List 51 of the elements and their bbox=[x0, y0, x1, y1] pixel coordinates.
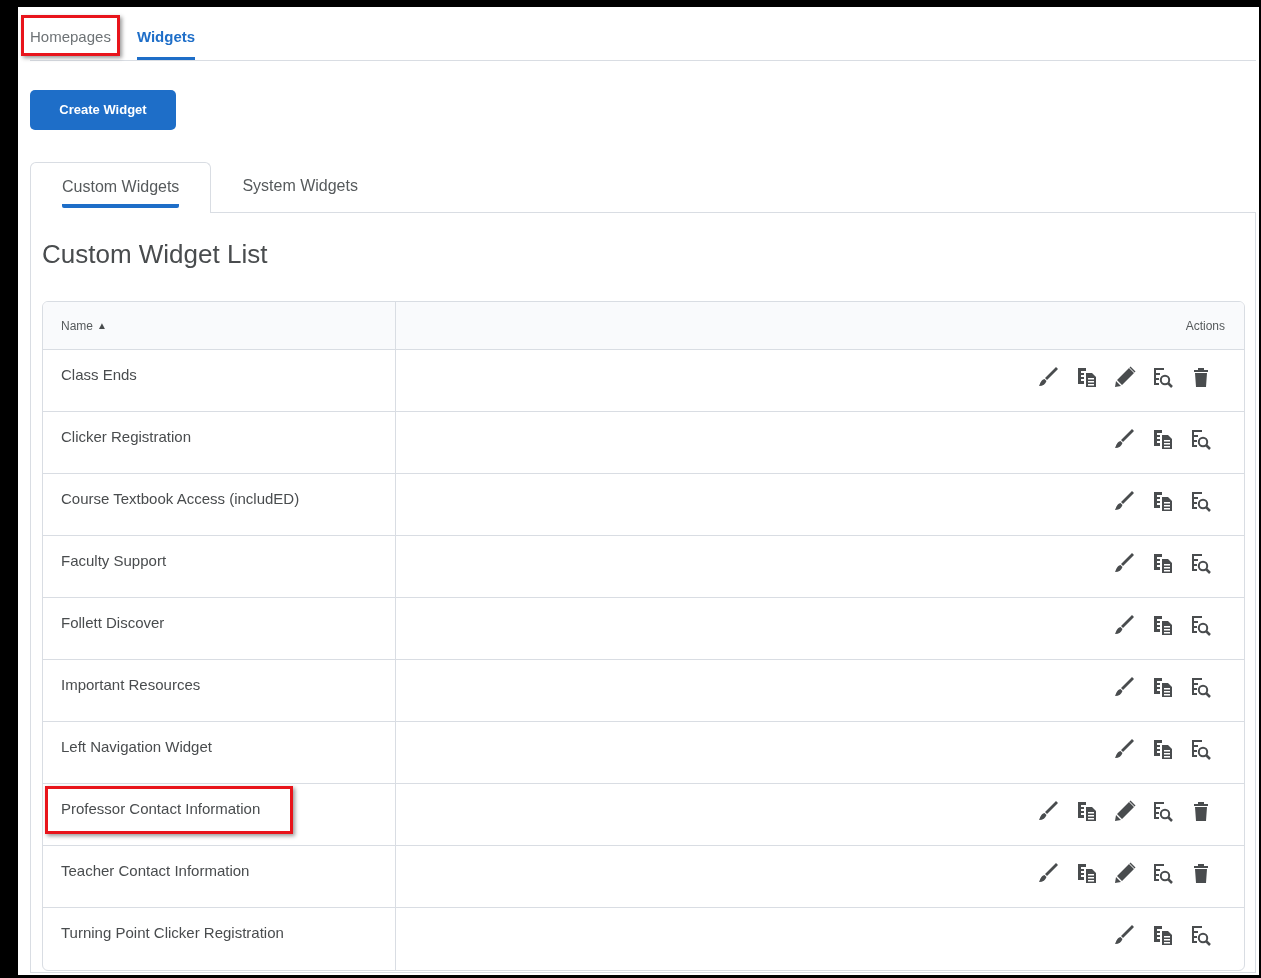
preview-icon[interactable] bbox=[1189, 675, 1213, 699]
copy-icon[interactable] bbox=[1151, 551, 1175, 575]
copy-icon[interactable] bbox=[1075, 799, 1099, 823]
widget-name[interactable]: Important Resources bbox=[61, 676, 201, 693]
preview-icon[interactable] bbox=[1151, 365, 1175, 389]
pencil-icon[interactable] bbox=[1113, 365, 1137, 389]
copy-icon[interactable] bbox=[1151, 489, 1175, 513]
widget-name[interactable]: Faculty Support bbox=[61, 552, 167, 569]
preview-icon[interactable] bbox=[1151, 861, 1175, 885]
brush-icon[interactable] bbox=[1113, 923, 1137, 947]
nav-tab[interactable]: Homepages bbox=[30, 28, 111, 45]
copy-icon[interactable] bbox=[1075, 861, 1099, 885]
brush-icon[interactable] bbox=[1113, 427, 1137, 451]
preview-icon[interactable] bbox=[1189, 551, 1213, 575]
brush-icon[interactable] bbox=[1113, 551, 1137, 575]
widget-name[interactable]: Professor Contact Information bbox=[61, 800, 261, 817]
pencil-icon[interactable] bbox=[1113, 799, 1137, 823]
copy-icon[interactable] bbox=[1151, 427, 1175, 451]
create-widget-button[interactable]: Create Widget bbox=[30, 90, 176, 130]
preview-icon[interactable] bbox=[1189, 489, 1213, 513]
preview-icon[interactable] bbox=[1189, 613, 1213, 637]
column-header: Actions bbox=[1185, 317, 1225, 335]
brush-icon[interactable] bbox=[1037, 861, 1061, 885]
brush-icon[interactable] bbox=[1113, 613, 1137, 637]
copy-icon[interactable] bbox=[1151, 675, 1175, 699]
brush-icon[interactable] bbox=[1113, 737, 1137, 761]
column-header[interactable]: Name bbox=[61, 316, 93, 335]
widget-name[interactable]: Turning Point Clicker Registration bbox=[61, 924, 284, 941]
nav-tab[interactable]: Widgets bbox=[136, 28, 196, 45]
pencil-icon[interactable] bbox=[1113, 861, 1137, 885]
sort-icon[interactable]: ▲ bbox=[97, 318, 107, 333]
copy-icon[interactable] bbox=[1151, 613, 1175, 637]
preview-icon[interactable] bbox=[1189, 923, 1213, 947]
widget-name[interactable]: Class Ends bbox=[61, 366, 137, 383]
preview-icon[interactable] bbox=[1151, 799, 1175, 823]
preview-icon[interactable] bbox=[1189, 427, 1213, 451]
widget-name[interactable]: Clicker Registration bbox=[61, 428, 192, 445]
widget-name[interactable]: Follett Discover bbox=[61, 614, 165, 631]
preview-icon[interactable] bbox=[1189, 737, 1213, 761]
copy-icon[interactable] bbox=[1151, 923, 1175, 947]
brush-icon[interactable] bbox=[1037, 365, 1061, 389]
brush-icon[interactable] bbox=[1037, 799, 1061, 823]
brush-icon[interactable] bbox=[1113, 675, 1137, 699]
copy-icon[interactable] bbox=[1151, 737, 1175, 761]
list-tab[interactable]: System Widgets bbox=[242, 167, 358, 207]
widget-name[interactable]: Teacher Contact Information bbox=[61, 862, 250, 879]
widget-name[interactable]: Left Navigation Widget bbox=[61, 738, 212, 755]
widget-name[interactable]: Course Textbook Access (includED) bbox=[61, 490, 300, 507]
section-heading: Custom Widget List bbox=[42, 238, 269, 271]
brush-icon[interactable] bbox=[1113, 489, 1137, 513]
copy-icon[interactable] bbox=[1075, 365, 1099, 389]
